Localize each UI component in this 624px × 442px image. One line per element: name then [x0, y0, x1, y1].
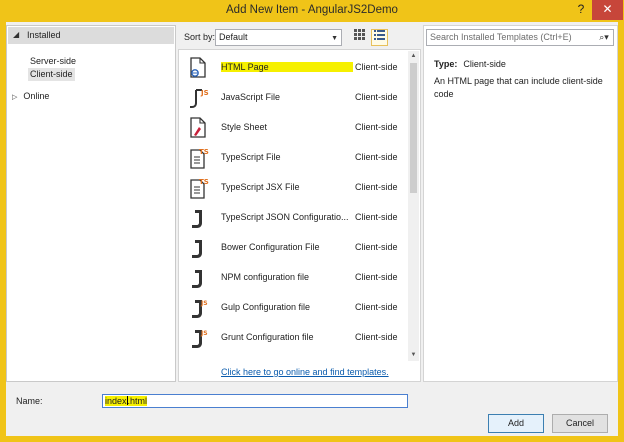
template-row-typescript-jsx-file[interactable]: TS TypeScript JSX File Client-side	[179, 173, 407, 203]
template-category: Client-side	[355, 302, 398, 312]
category-tree: ◢ Installed Server-side Client-side ▷ Onl…	[6, 25, 176, 382]
template-row-javascript-file[interactable]: JS JavaScript File Client-side	[179, 83, 407, 113]
name-label: Name:	[16, 396, 43, 406]
title-bar: Add New Item - AngularJS2Demo ? ✕	[0, 0, 624, 22]
scroll-down-icon[interactable]: ▼	[408, 350, 419, 361]
gulp-config-icon: JS	[187, 297, 209, 319]
typescript-file-icon: TS	[187, 147, 209, 169]
template-name: Bower Configuration File	[221, 242, 320, 252]
template-category: Client-side	[355, 152, 398, 162]
tree-node-installed[interactable]: ◢ Installed	[8, 27, 174, 44]
close-button[interactable]: ✕	[592, 0, 623, 20]
template-name: Grunt Configuration file	[221, 332, 314, 342]
chevron-down-icon[interactable]: ▼	[331, 33, 338, 44]
grid-view-icon[interactable]	[351, 29, 368, 46]
template-row-style-sheet[interactable]: Style Sheet Client-side	[179, 113, 407, 143]
template-row-npm-configuration-file[interactable]: NPM configuration file Client-side	[179, 263, 407, 293]
search-placeholder: Search Installed Templates (Ctrl+E)	[430, 32, 572, 42]
template-name: TypeScript JSX File	[221, 182, 300, 192]
template-description: An HTML page that can include client-sid…	[434, 76, 603, 99]
template-list: HTML Page Client-side JS JavaScript File Cli…	[178, 49, 421, 382]
template-category: Client-side	[355, 272, 398, 282]
list-view-icon[interactable]	[371, 29, 388, 46]
expanded-arrow-icon[interactable]: ◢	[13, 30, 19, 39]
svg-text:JS: JS	[200, 89, 209, 97]
svg-text:JS: JS	[200, 330, 208, 337]
json-config-icon	[187, 237, 209, 259]
javascript-file-icon: JS	[187, 87, 209, 109]
help-button[interactable]: ?	[572, 0, 590, 20]
type-value: Client-side	[463, 59, 506, 69]
template-name: Style Sheet	[221, 122, 268, 132]
scroll-thumb[interactable]	[410, 63, 417, 193]
typescript-jsx-file-icon: TS	[187, 177, 209, 199]
template-category: Client-side	[355, 92, 398, 102]
name-value-part1: index	[105, 396, 127, 406]
json-config-icon	[187, 267, 209, 289]
name-value-highlighted: index.html	[105, 396, 148, 406]
json-config-icon	[187, 207, 209, 229]
text-cursor	[126, 396, 128, 405]
template-name: TypeScript File	[221, 152, 281, 162]
template-row-typescript-json-configuratio[interactable]: TypeScript JSON Configuratio... Client-si…	[179, 203, 407, 233]
template-name: Gulp Configuration file	[221, 302, 311, 312]
tree-node-online[interactable]: ▷ Online	[12, 90, 49, 103]
html-page-icon	[187, 57, 209, 79]
template-row-grunt-configuration-file[interactable]: JS Grunt Configuration file Client-side	[179, 323, 407, 353]
tree-node-installed-label: Installed	[27, 30, 61, 40]
template-category: Client-side	[355, 182, 398, 192]
template-category: Client-side	[355, 242, 398, 252]
tree-node-online-label: Online	[23, 91, 50, 101]
template-category: Client-side	[355, 122, 398, 132]
tree-item-client-side[interactable]: Client-side	[28, 68, 75, 81]
template-row-gulp-configuration-file[interactable]: JS Gulp Configuration file Client-side	[179, 293, 407, 323]
template-toolbar: Sort by: Default ▼	[178, 25, 421, 49]
template-row-typescript-file[interactable]: TS TypeScript File Client-side	[179, 143, 407, 173]
type-label: Type:	[434, 59, 458, 69]
template-category: Client-side	[355, 212, 398, 222]
dialog-body: ◢ Installed Server-side Client-side ▷ Onl…	[6, 22, 618, 436]
search-icon[interactable]: ⌕▾	[597, 31, 611, 45]
name-field[interactable]: index.html	[102, 394, 408, 408]
dialog-footer: Name: index.html Add Cancel	[6, 382, 618, 436]
template-row-bower-configuration-file[interactable]: Bower Configuration File Client-side	[179, 233, 407, 263]
search-templates-input[interactable]: Search Installed Templates (Ctrl+E) ⌕▾	[426, 29, 614, 46]
template-category: Client-side	[355, 332, 398, 342]
scroll-up-icon[interactable]: ▲	[408, 51, 419, 62]
template-type: Type: Client-side	[434, 59, 506, 69]
template-category: Client-side	[355, 62, 398, 72]
collapsed-arrow-icon[interactable]: ▷	[12, 94, 17, 101]
cancel-button[interactable]: Cancel	[552, 414, 608, 433]
svg-text:TS: TS	[199, 148, 209, 156]
grunt-config-icon: JS	[187, 327, 209, 349]
sort-by-value: Default	[219, 32, 248, 42]
template-name: JavaScript File	[221, 92, 281, 102]
svg-text:JS: JS	[200, 300, 208, 307]
details-pane: Search Installed Templates (Ctrl+E) ⌕▾ T…	[423, 25, 618, 382]
style-sheet-icon	[187, 117, 209, 139]
list-scrollbar[interactable]: ▲ ▼	[408, 51, 419, 361]
name-value-part2: html	[130, 396, 148, 406]
template-name: TypeScript JSON Configuratio...	[221, 212, 349, 222]
add-button[interactable]: Add	[488, 414, 544, 433]
sort-by-select[interactable]: Default ▼	[215, 29, 342, 46]
template-name: HTML Page	[221, 62, 353, 72]
sort-by-label: Sort by:	[184, 32, 216, 42]
tree-item-server-side[interactable]: Server-side	[28, 55, 78, 68]
window-title: Add New Item - AngularJS2Demo	[226, 4, 398, 16]
template-row-html-page[interactable]: HTML Page Client-side	[179, 53, 407, 83]
template-name: NPM configuration file	[221, 272, 310, 282]
dialog-frame: Add New Item - AngularJS2Demo ? ✕ ◢ Inst…	[0, 0, 624, 442]
find-online-templates-link[interactable]: Click here to go online and find templat…	[221, 367, 389, 377]
svg-text:TS: TS	[199, 178, 209, 186]
